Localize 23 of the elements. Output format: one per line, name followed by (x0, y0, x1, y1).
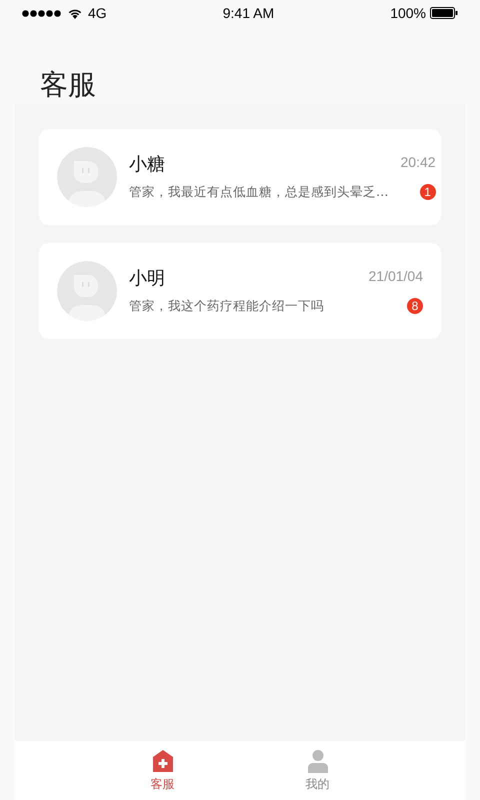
message-preview: 管家，我这个药疗程能介绍一下吗 (129, 297, 324, 315)
network-label: 4G (88, 5, 107, 21)
message-preview: 管家，我最近有点低血糖，总是感到头晕乏… (129, 183, 388, 201)
page-title: 客服 (40, 67, 97, 103)
message-time: 21/01/04 (368, 268, 423, 284)
signal-icon (22, 10, 62, 16)
battery-icon (430, 7, 458, 19)
conversation-card[interactable]: 小糖 管家，我最近有点低血糖，总是感到头晕乏… 20:42 1 (39, 129, 441, 225)
message-time: 20:42 (400, 154, 436, 170)
unread-count: 8 (407, 298, 423, 314)
avatar-icon (57, 147, 117, 207)
avatar-icon (57, 261, 117, 321)
unread-count: 1 (420, 184, 436, 200)
wifi-icon (68, 8, 82, 18)
conversation-card[interactable]: 小明 管家，我这个药疗程能介绍一下吗 21/01/04 8 (39, 243, 441, 339)
house-plus-icon (152, 748, 174, 772)
battery-percent: 100% (390, 5, 426, 21)
tab-bar-item[interactable]: 我的 (300, 741, 336, 800)
contact-name: 小糖 (129, 153, 166, 176)
person-icon (306, 748, 328, 772)
tab-bar-item[interactable]: 客服 (144, 741, 180, 800)
clock: 9:41 AM (222, 5, 274, 21)
contact-name: 小明 (129, 267, 166, 290)
